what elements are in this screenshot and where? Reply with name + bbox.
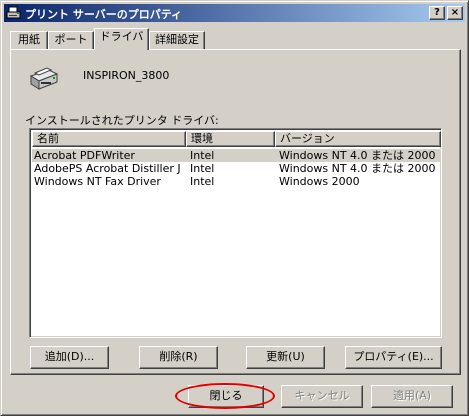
- tab-drivers[interactable]: ドライバ: [94, 28, 149, 50]
- column-environment[interactable]: 環境: [186, 131, 275, 147]
- tab-strip: 用紙 ポート ドライバ 詳細設定: [10, 28, 462, 50]
- driver-version: Windows NT 4.0 または 2000: [279, 149, 436, 162]
- close-button[interactable]: 閉じる: [188, 385, 264, 408]
- column-version[interactable]: バージョン: [275, 131, 441, 147]
- properties-button[interactable]: プロパティ(E)...: [345, 346, 442, 369]
- update-button[interactable]: 更新(U): [246, 346, 325, 369]
- driver-list[interactable]: 名前 環境 バージョン Acrobat PDFWriter Intel Wind…: [29, 128, 442, 338]
- cancel-button[interactable]: キャンセル: [281, 385, 363, 408]
- driver-name: AdobePS Acrobat Distiller J: [34, 162, 181, 175]
- drivers-panel: INSPIRON_3800 インストールされたプリンタ ドライバ: 名前 環境 …: [10, 49, 461, 375]
- list-header: 名前 環境 バージョン: [32, 131, 441, 147]
- driver-name: Windows NT Fax Driver: [34, 175, 161, 188]
- driver-environment: Intel: [190, 175, 215, 188]
- tab-advanced[interactable]: 詳細設定: [149, 31, 205, 49]
- window-title: プリント サーバーのプロパティ: [25, 8, 183, 21]
- add-button[interactable]: 追加(D)...: [30, 346, 109, 369]
- driver-environment: Intel: [190, 149, 215, 162]
- tab-ports[interactable]: ポート: [48, 31, 94, 49]
- print-server-icon: [29, 67, 59, 90]
- driver-row[interactable]: AdobePS Acrobat Distiller J Intel Window…: [32, 162, 440, 175]
- help-button[interactable]: ?: [429, 6, 445, 20]
- server-name: INSPIRON_3800: [83, 69, 170, 82]
- apply-button[interactable]: 適用(A): [371, 385, 453, 408]
- printer-icon: [6, 6, 21, 19]
- close-window-button[interactable]: ×: [447, 6, 463, 20]
- driver-name: Acrobat PDFWriter: [34, 149, 135, 162]
- driver-row[interactable]: Acrobat PDFWriter Intel Windows NT 4.0 ま…: [32, 149, 440, 162]
- driver-row[interactable]: Windows NT Fax Driver Intel Windows 2000: [32, 175, 440, 188]
- tab-paper[interactable]: 用紙: [10, 31, 48, 49]
- installed-drivers-label: インストールされたプリンタ ドライバ:: [25, 114, 219, 127]
- driver-version: Windows 2000: [279, 175, 360, 188]
- title-bar[interactable]: プリント サーバーのプロパティ ? ×: [4, 4, 465, 22]
- driver-version: Windows NT 4.0 または 2000: [279, 162, 436, 175]
- remove-button[interactable]: 削除(R): [139, 346, 218, 369]
- column-name[interactable]: 名前: [32, 131, 186, 147]
- driver-environment: Intel: [190, 162, 215, 175]
- print-server-properties-dialog: プリント サーバーのプロパティ ? × 用紙 ポート ドライバ 詳細設定 INS…: [0, 0, 469, 416]
